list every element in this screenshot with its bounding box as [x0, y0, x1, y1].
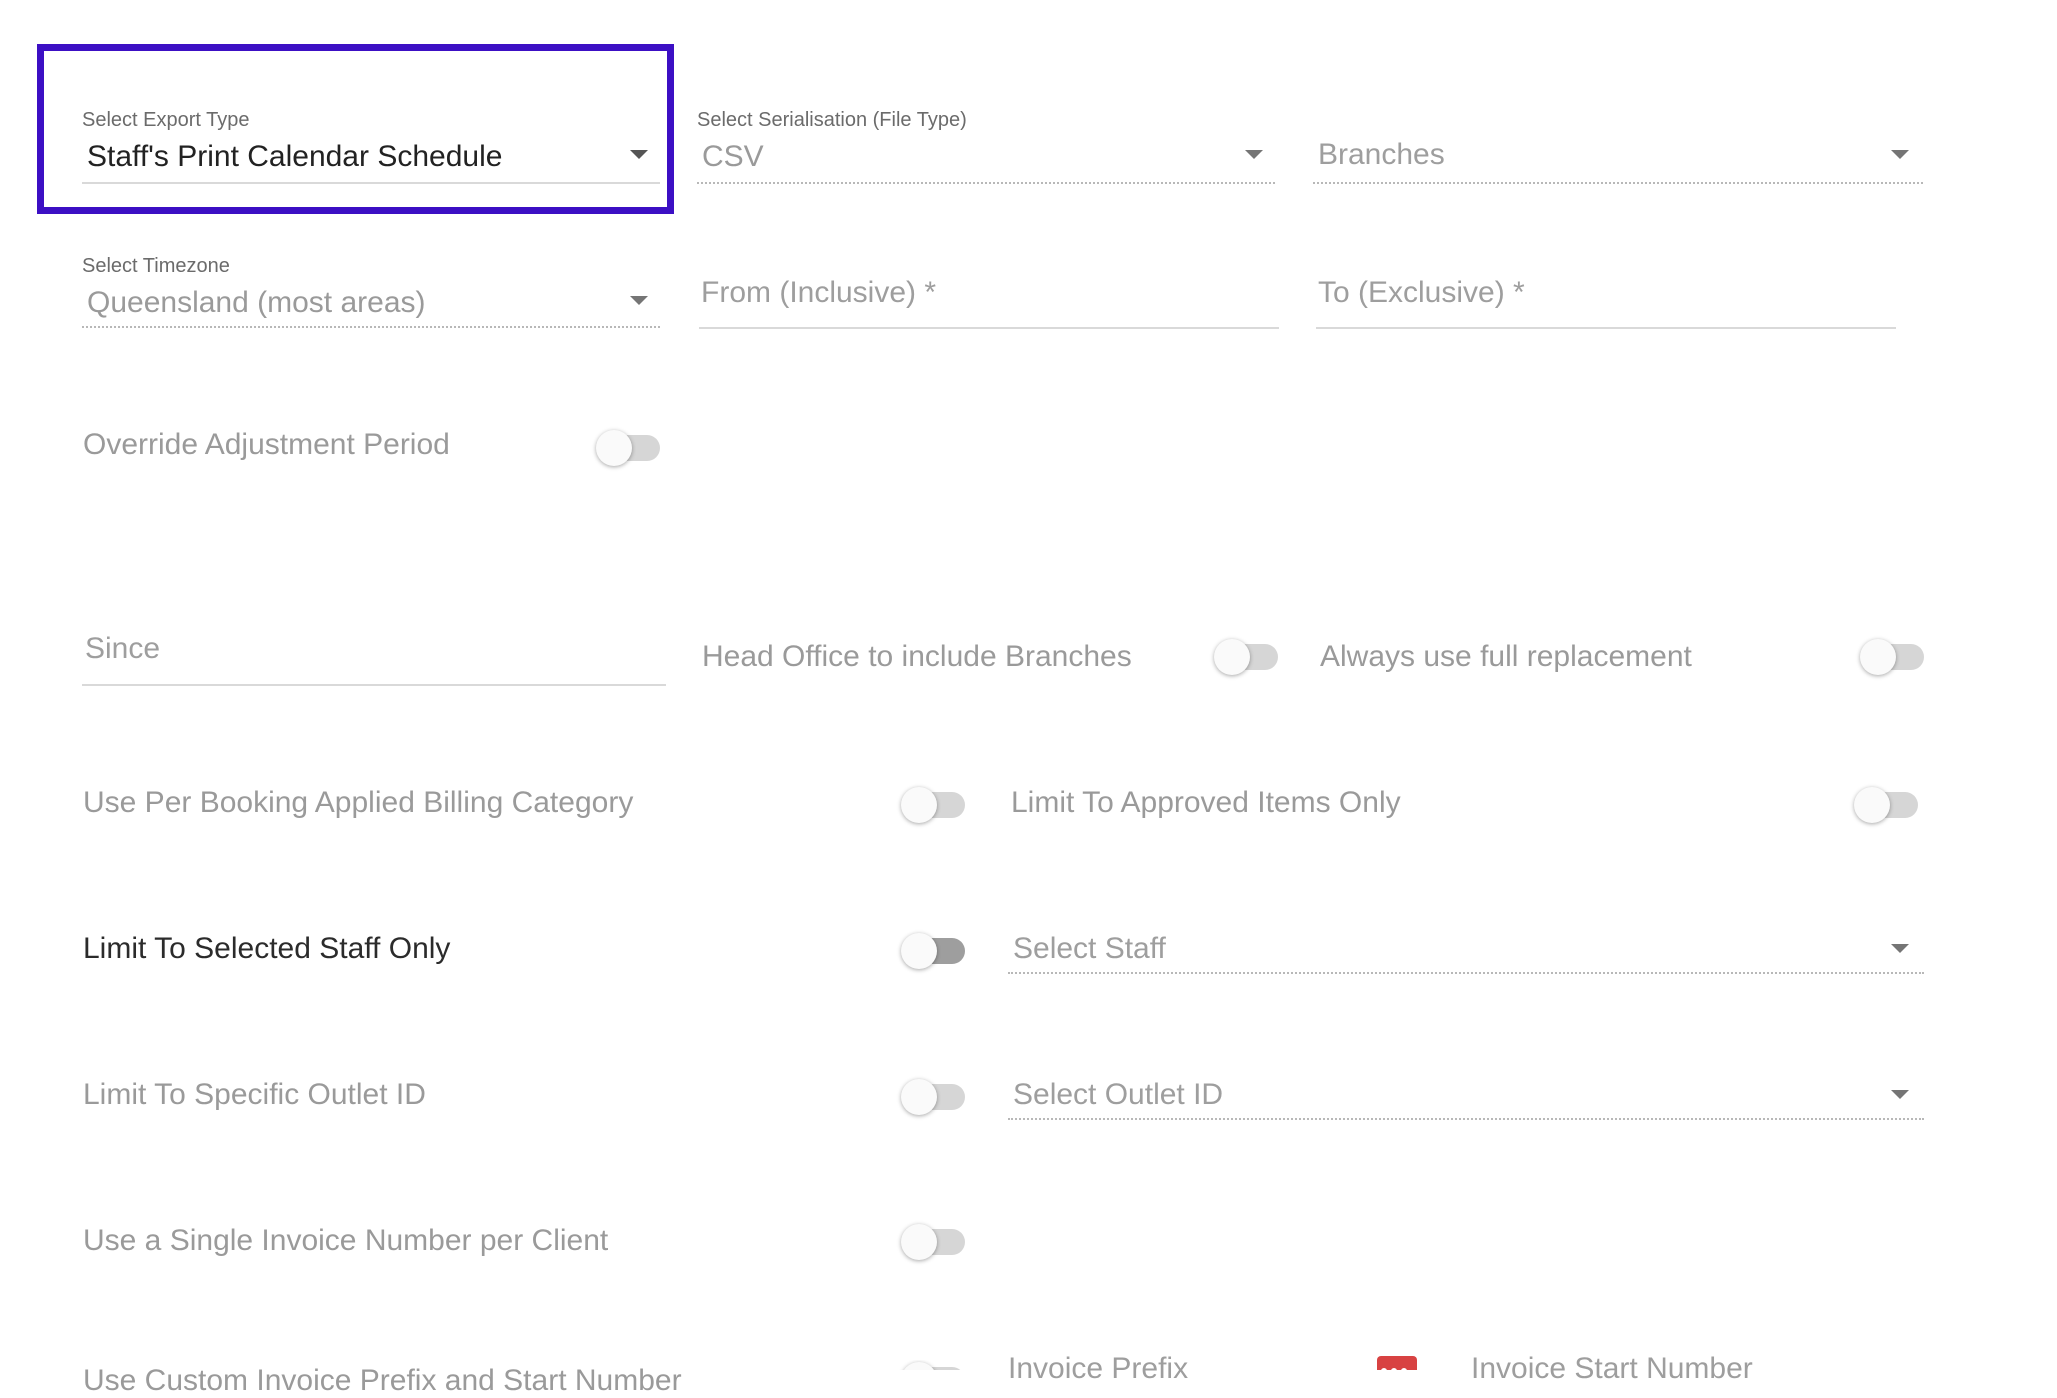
toggle-knob: [596, 430, 632, 466]
export-type-label: Select Export Type: [82, 109, 250, 131]
per-booking-billing-label: Use Per Booking Applied Billing Category: [83, 786, 634, 819]
select-outlet-underline: [1008, 1118, 1924, 1120]
chevron-down-icon: [630, 150, 648, 159]
chevron-down-icon: [1891, 150, 1909, 159]
toggle-knob: [901, 787, 937, 823]
since-input[interactable]: Since: [82, 628, 666, 688]
custom-invoice-label: Use Custom Invoice Prefix and Start Numb…: [83, 1364, 682, 1397]
serialisation-label: Select Serialisation (File Type): [697, 109, 967, 131]
per-booking-billing-toggle[interactable]: [899, 785, 975, 825]
select-staff-underline: [1008, 972, 1924, 974]
serialisation-underline: [697, 182, 1275, 184]
chevron-down-icon: [1245, 150, 1263, 159]
timezone-select[interactable]: Select Timezone Queensland (most areas): [82, 250, 660, 330]
export-type-select[interactable]: Select Export Type Staff's Print Calenda…: [82, 104, 660, 184]
toggle-knob: [1214, 639, 1250, 675]
approved-only-toggle[interactable]: [1852, 785, 1928, 825]
approved-only-label: Limit To Approved Items Only: [1011, 786, 1401, 819]
toggle-knob: [901, 1224, 937, 1260]
from-placeholder: From (Inclusive) *: [701, 276, 937, 309]
timezone-value: Queensland (most areas): [87, 286, 426, 319]
custom-invoice-toggle[interactable]: [899, 1360, 975, 1370]
timezone-underline: [82, 326, 660, 328]
branches-placeholder: Branches: [1318, 138, 1445, 171]
single-invoice-toggle[interactable]: [899, 1222, 975, 1262]
to-placeholder: To (Exclusive) *: [1318, 276, 1525, 309]
specific-outlet-toggle[interactable]: [899, 1077, 975, 1117]
to-underline: [1316, 327, 1896, 329]
invoice-start-number-input[interactable]: Invoice Start Number: [1471, 1352, 1753, 1386]
chevron-down-icon: [1891, 944, 1909, 953]
to-date-input[interactable]: To (Exclusive) *: [1316, 270, 1896, 330]
invoice-prefix-input[interactable]: Invoice Prefix: [1008, 1352, 1188, 1386]
toggle-knob: [1854, 787, 1890, 823]
export-type-value: Staff's Print Calendar Schedule: [87, 140, 503, 173]
override-adjustment-label: Override Adjustment Period: [83, 428, 450, 461]
single-invoice-label: Use a Single Invoice Number per Client: [83, 1224, 609, 1257]
head-office-label: Head Office to include Branches: [702, 640, 1132, 673]
toggle-knob: [901, 1079, 937, 1115]
toggle-knob: [901, 1362, 937, 1370]
override-adjustment-toggle[interactable]: [594, 428, 670, 468]
toggle-knob: [901, 933, 937, 969]
calendar-icon[interactable]: [1377, 1356, 1417, 1370]
selected-staff-only-label: Limit To Selected Staff Only: [83, 932, 451, 965]
specific-outlet-label: Limit To Specific Outlet ID: [83, 1078, 426, 1111]
since-underline: [82, 684, 666, 686]
from-date-input[interactable]: From (Inclusive) *: [699, 270, 1279, 330]
select-staff-placeholder: Select Staff: [1013, 932, 1166, 965]
select-outlet-placeholder: Select Outlet ID: [1013, 1078, 1224, 1111]
serialisation-value: CSV: [702, 140, 764, 173]
toggle-knob: [1860, 639, 1896, 675]
serialisation-select[interactable]: Select Serialisation (File Type) CSV: [697, 104, 1275, 184]
selected-staff-only-toggle[interactable]: [899, 931, 975, 971]
since-placeholder: Since: [85, 632, 161, 665]
from-underline: [699, 327, 1279, 329]
timezone-label: Select Timezone: [82, 255, 230, 277]
head-office-toggle[interactable]: [1212, 637, 1288, 677]
chevron-down-icon: [1891, 1090, 1909, 1099]
chevron-down-icon: [630, 296, 648, 305]
select-staff-dropdown[interactable]: Select Staff: [1008, 920, 1924, 980]
full-replacement-toggle[interactable]: [1858, 637, 1934, 677]
branches-select[interactable]: Branches: [1313, 104, 1923, 184]
full-replacement-label: Always use full replacement: [1320, 640, 1692, 673]
branches-underline: [1313, 182, 1923, 184]
select-outlet-dropdown[interactable]: Select Outlet ID: [1008, 1066, 1924, 1126]
export-type-underline: [82, 182, 660, 184]
